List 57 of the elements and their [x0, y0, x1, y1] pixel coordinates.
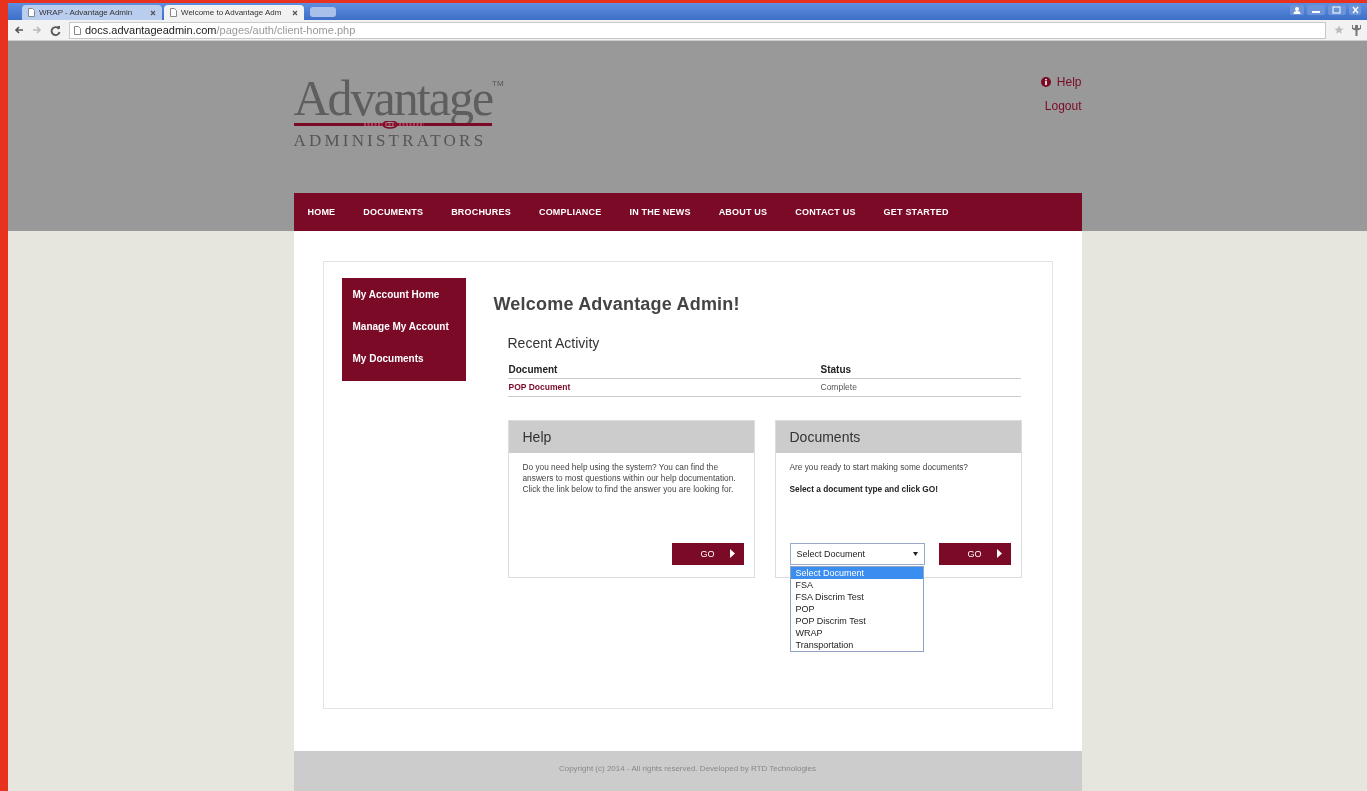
document-select[interactable]: Select Document — [789, 543, 925, 565]
close-icon[interactable] — [292, 9, 298, 16]
nav-link[interactable]: IN THE NEWS — [629, 207, 691, 217]
nav-link[interactable]: HOME — [307, 207, 336, 217]
nav-link[interactable]: ABOUT US — [718, 207, 768, 217]
close-icon[interactable] — [1349, 5, 1361, 15]
page-icon — [74, 25, 81, 35]
panel-text: Do you need help using the system? You can find the answers to most questions within our help documentation. Click the link below to find the answer you are looking for. — [522, 462, 737, 495]
star-icon[interactable] — [1334, 25, 1344, 35]
wrench-icon[interactable] — [1352, 24, 1361, 36]
play-arrow-icon — [729, 549, 735, 558]
browser-tab[interactable]: Welcome to Advantage Adm — [164, 5, 304, 20]
reload-icon[interactable] — [50, 24, 61, 36]
play-arrow-icon — [996, 549, 1002, 558]
column-header: Document — [507, 361, 820, 379]
column-header: Status — [819, 361, 1021, 379]
browser-tab[interactable]: WRAP - Advantage Admin — [22, 5, 162, 20]
trademark-mark: TM — [492, 79, 504, 88]
status-cell: Complete — [819, 378, 1021, 397]
page-icon — [170, 8, 177, 17]
sidebar-item[interactable]: My Documents — [352, 353, 466, 364]
user-icon[interactable] — [1290, 5, 1304, 15]
instruction-text: Select a document type and click GO! — [789, 484, 939, 495]
header-link[interactable]: Logout — [1044, 99, 1082, 113]
panel-header: Help — [508, 421, 754, 453]
forward-icon[interactable] — [32, 25, 42, 35]
page-icon — [28, 8, 35, 17]
back-icon[interactable] — [14, 25, 24, 35]
restore-icon[interactable] — [1328, 5, 1346, 15]
info-icon — [1040, 77, 1051, 87]
dropdown-option[interactable]: FSA — [790, 579, 923, 591]
nav-link[interactable]: CONTACT US — [795, 207, 856, 217]
sidebar-item[interactable]: Manage My Account — [352, 321, 466, 332]
dropdown-option[interactable]: POP — [790, 603, 923, 615]
nav-link[interactable]: COMPLIANCE — [538, 207, 602, 217]
dropdown-option[interactable]: POP Discrim Test — [790, 615, 923, 627]
go-button[interactable]: GO — [671, 543, 744, 565]
dropdown-option[interactable]: WRAP — [790, 627, 923, 639]
address-bar[interactable]: docs.advantageadmin.com/pages/auth/client-home.php — [69, 21, 1326, 39]
minimize-icon[interactable] — [1307, 5, 1325, 15]
dropdown-arrow-icon — [912, 552, 918, 556]
nav-link[interactable]: GET STARTED — [883, 207, 949, 217]
panel-text: Are you ready to start making some documents? — [789, 462, 969, 473]
dropdown-option[interactable]: FSA Discrim Test — [790, 591, 923, 603]
new-tab-button[interactable] — [310, 6, 336, 17]
page-heading: Welcome Advantage Admin! — [493, 294, 741, 315]
sidebar-item[interactable]: My Account Home — [352, 289, 466, 300]
logo-subtitle: ADMINISTRATORS — [293, 131, 487, 151]
document-link[interactable]: POP Document — [507, 378, 820, 397]
nav-link[interactable]: DOCUMENTS — [363, 207, 424, 217]
nav-link[interactable]: BROCHURES — [451, 207, 511, 217]
close-icon[interactable] — [150, 9, 156, 16]
header-link[interactable]: Help — [1056, 75, 1082, 89]
panel-header: Documents — [775, 421, 1021, 453]
section-heading: Recent Activity — [507, 335, 601, 351]
dropdown-option[interactable]: Transportation — [790, 639, 923, 651]
go-button[interactable]: GO — [938, 543, 1011, 565]
